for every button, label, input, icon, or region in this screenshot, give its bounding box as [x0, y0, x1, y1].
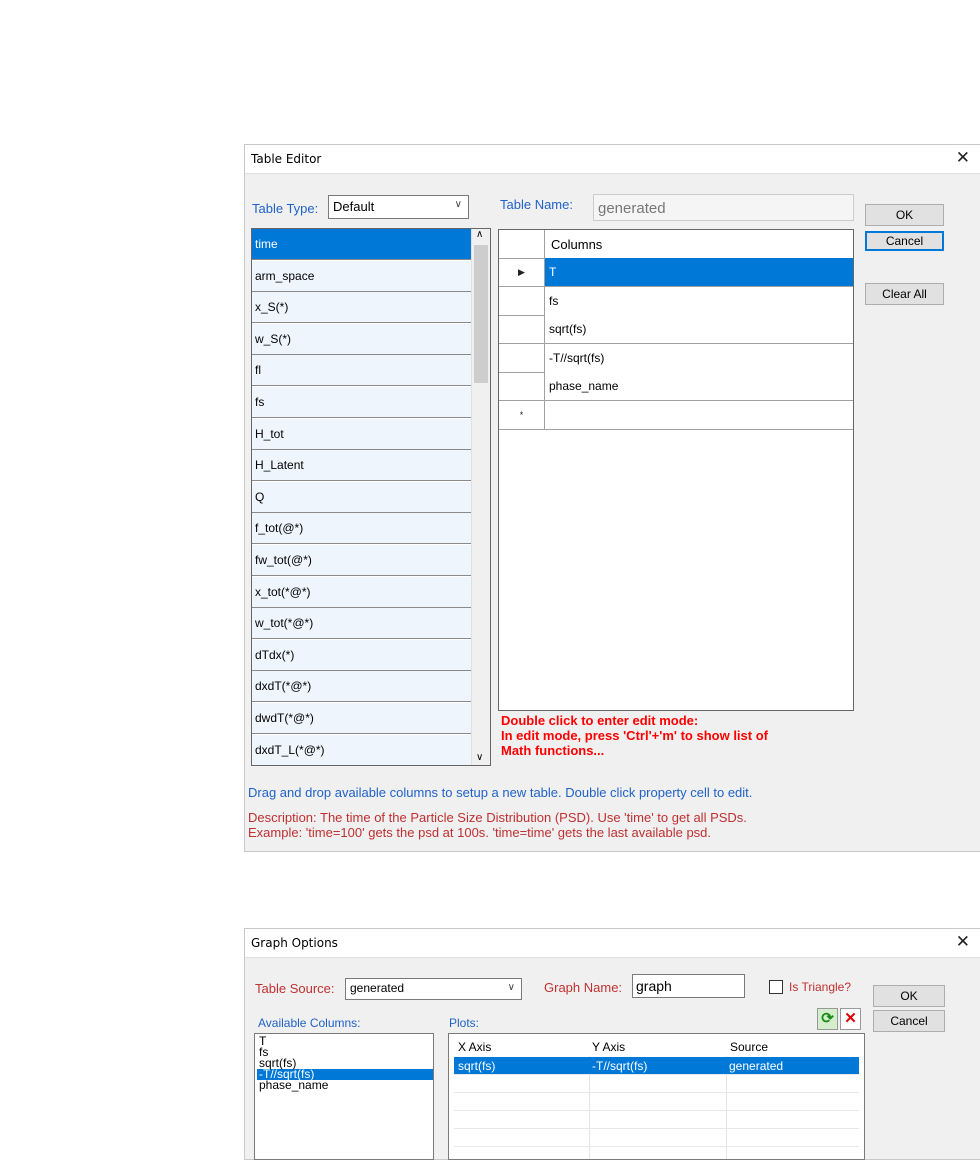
row-header[interactable]: [499, 344, 544, 373]
chevron-down-icon: ∨: [454, 199, 462, 210]
available-item[interactable]: fl: [252, 355, 472, 387]
description-text: Description: The time of the Particle Si…: [248, 810, 747, 840]
column-cell[interactable]: [544, 401, 853, 430]
y-axis-header: Y Axis: [592, 1040, 626, 1054]
plots-header: X Axis Y Axis Source: [449, 1034, 864, 1056]
plots-table[interactable]: X Axis Y Axis Source sqrt(fs) -T//sqrt(fs…: [448, 1033, 865, 1160]
table-source-value: generated: [350, 981, 405, 995]
cancel-button[interactable]: Cancel: [873, 1010, 945, 1032]
available-item[interactable]: time: [252, 229, 472, 260]
available-item[interactable]: x_tot(*@*): [252, 576, 472, 608]
graph-name-input[interactable]: graph: [632, 974, 745, 998]
table-type-label: Table Type:: [252, 201, 319, 216]
graph-options-dialog: Graph Options ✕ Table Source: generated …: [244, 928, 980, 1160]
delete-icon[interactable]: ✕: [840, 1008, 861, 1030]
table-source-select[interactable]: generated ∨: [345, 978, 522, 1000]
row-header[interactable]: ▶: [499, 258, 544, 287]
available-item[interactable]: H_Latent: [252, 450, 472, 482]
scroll-thumb[interactable]: [474, 245, 488, 383]
is-triangle-label: Is Triangle?: [789, 980, 852, 994]
refresh-icon[interactable]: ⟳: [817, 1008, 838, 1030]
available-item[interactable]: dwdT(*@*): [252, 703, 472, 734]
column-cell[interactable]: fs: [544, 286, 853, 316]
scroll-down-icon[interactable]: ∨: [476, 752, 483, 763]
description-line: Description: The time of the Particle Si…: [248, 810, 747, 825]
column-cell[interactable]: T: [544, 258, 853, 287]
grid-header: Columns: [499, 230, 853, 426]
close-icon[interactable]: ✕: [956, 932, 970, 952]
new-row-marker[interactable]: *: [499, 401, 544, 430]
graph-options-title: Graph Options: [251, 936, 338, 950]
available-columns-list[interactable]: Tfs sqrt(fs) -T//sqrt(fs) phase_name: [254, 1033, 434, 1160]
plot-source-cell[interactable]: generated: [729, 1059, 783, 1073]
available-item[interactable]: arm_space: [252, 260, 472, 292]
table-editor-title: Table Editor: [251, 152, 322, 166]
ok-button[interactable]: OK: [865, 204, 944, 226]
cancel-button[interactable]: Cancel: [865, 231, 944, 251]
available-item[interactable]: dTdx(*): [252, 639, 472, 671]
empty-plot-row[interactable]: [454, 1111, 859, 1129]
graph-options-titlebar: Graph Options ✕: [245, 929, 980, 958]
available-item[interactable]: f_tot(@*): [252, 513, 472, 545]
edit-hint-line: Double click to enter edit mode:: [501, 713, 699, 728]
available-item[interactable]: fw_tot(@*): [252, 545, 472, 576]
example-line: Example: 'time=100' gets the psd at 100s…: [248, 825, 712, 840]
chevron-down-icon: ∨: [507, 982, 515, 993]
columns-grid[interactable]: Columns ▶ Tfs sqrt(fs) -T//sqrt(fs) phase_na…: [498, 229, 854, 711]
available-item[interactable]: w_tot(*@*): [252, 608, 472, 640]
ok-button[interactable]: OK: [873, 985, 945, 1007]
column-cell[interactable]: -T//sqrt(fs): [544, 343, 853, 373]
table-editor-titlebar: Table Editor ✕: [245, 145, 980, 174]
drag-hint-text: Drag and drop available columns to setup…: [248, 785, 753, 800]
table-type-select[interactable]: Default ∨: [328, 195, 469, 219]
available-column-item[interactable]: phase_name: [257, 1079, 433, 1091]
plot-x-axis-cell[interactable]: sqrt(fs): [458, 1059, 495, 1073]
edit-hint-line: In edit mode, press 'Ctrl'+'m' to show l…: [501, 728, 768, 743]
available-item[interactable]: dxdT_L(*@*): [252, 734, 472, 765]
clear-all-button[interactable]: Clear All: [865, 283, 944, 305]
available-item[interactable]: Q: [252, 481, 472, 513]
empty-plot-row[interactable]: [454, 1129, 859, 1147]
x-axis-header: X Axis: [458, 1040, 492, 1054]
table-name-value: generated: [598, 200, 666, 217]
row-header[interactable]: [499, 287, 544, 316]
empty-plot-row[interactable]: [454, 1075, 859, 1093]
scroll-up-icon[interactable]: ∧: [476, 229, 483, 240]
column-cell[interactable]: phase_name: [544, 372, 853, 402]
edit-hint-line: Math functions...: [501, 743, 605, 758]
row-header[interactable]: [499, 372, 544, 402]
available-items-list[interactable]: time arm_space x_S(*) w_S(*) fl fs H_tot H_Late…: [251, 228, 491, 766]
is-triangle-checkbox[interactable]: [769, 980, 783, 994]
available-column-item[interactable]: T: [257, 1035, 433, 1047]
column-cell[interactable]: sqrt(fs): [544, 315, 853, 345]
empty-plot-row[interactable]: [454, 1093, 859, 1111]
close-icon[interactable]: ✕: [956, 148, 970, 168]
edit-mode-hint: Double click to enter edit mode: In edit…: [501, 713, 768, 758]
columns-header: Columns: [551, 237, 603, 252]
source-header: Source: [730, 1040, 769, 1054]
graph-name-label: Graph Name:: [544, 980, 623, 995]
available-item[interactable]: w_S(*): [252, 323, 472, 355]
table-editor-dialog: Table Editor ✕ Table Type: Default ∨ Tab…: [244, 144, 980, 852]
table-source-label: Table Source:: [255, 981, 335, 996]
list-scrollbar[interactable]: ∧ ∨: [471, 229, 490, 765]
table-name-label: Table Name:: [500, 197, 573, 212]
available-item[interactable]: x_S(*): [252, 292, 472, 324]
available-item[interactable]: H_tot: [252, 418, 472, 450]
table-type-value: Default: [333, 199, 375, 214]
table-name-input[interactable]: generated: [593, 194, 854, 221]
plot-row[interactable]: sqrt(fs) -T//sqrt(fs) generated: [454, 1057, 859, 1075]
row-header[interactable]: [499, 315, 544, 345]
available-item[interactable]: dxdT(*@*): [252, 671, 472, 703]
plots-label: Plots:: [449, 1016, 480, 1030]
available-item[interactable]: fs: [252, 387, 472, 418]
plot-y-axis-cell[interactable]: -T//sqrt(fs): [592, 1059, 647, 1073]
available-columns-label: Available Columns:: [258, 1016, 361, 1030]
graph-name-value: graph: [636, 978, 672, 994]
